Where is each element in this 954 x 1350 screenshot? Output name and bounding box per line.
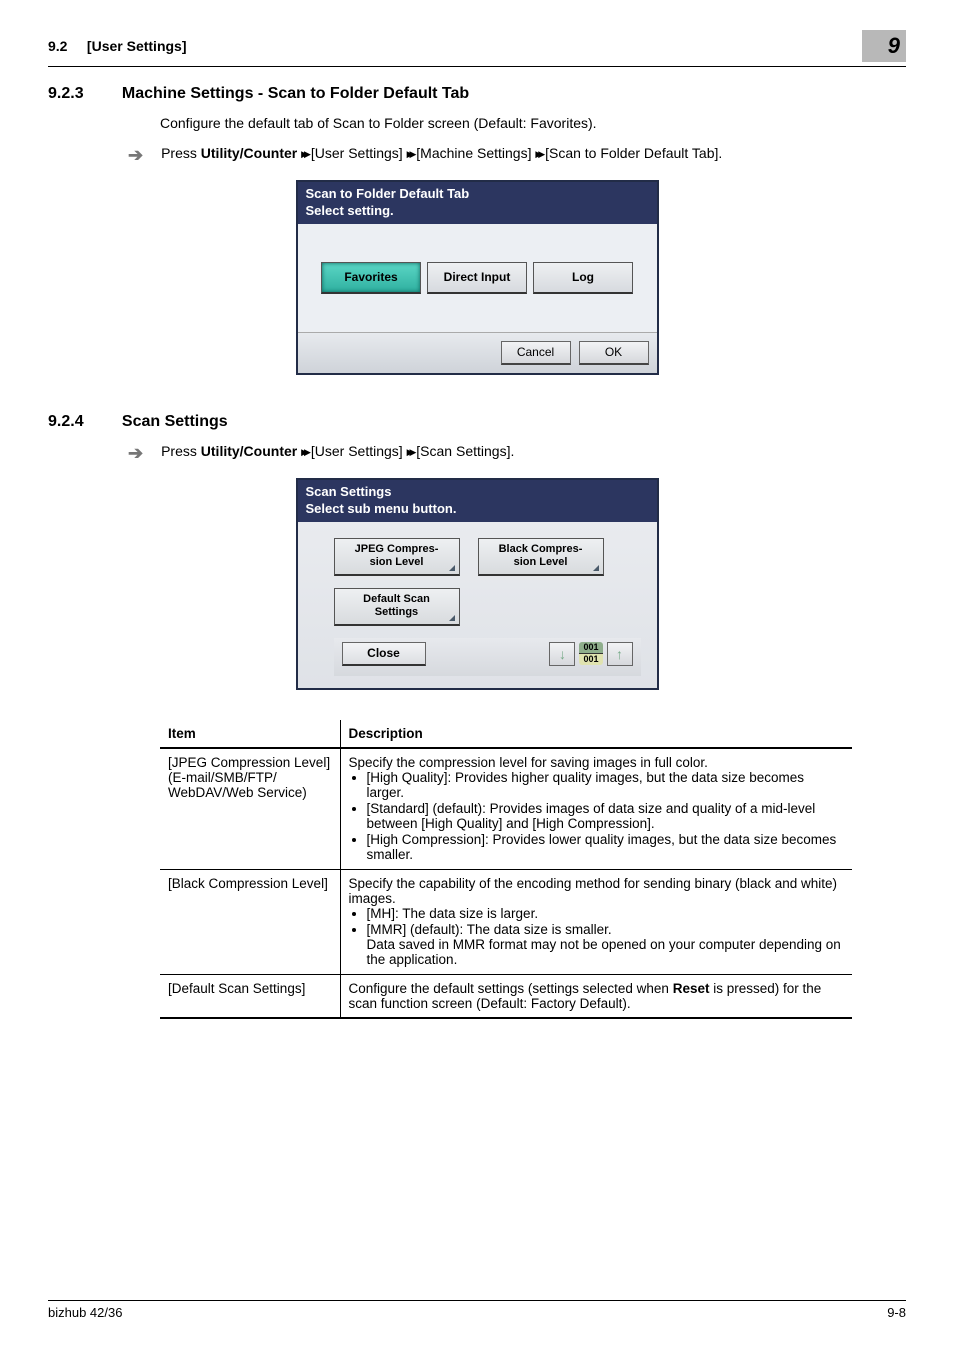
default-scan-settings-button[interactable]: Default Scan Settings <box>334 588 460 626</box>
favorites-button[interactable]: Favorites <box>321 262 421 294</box>
panel-footer: Close ↓ 001 001 ↑ <box>334 638 641 676</box>
desc-bullet: [High Quality]: Provides higher quality … <box>367 770 845 800</box>
table-row: [JPEG Compression Level] (E-mail/SMB/FTP… <box>160 748 852 870</box>
close-button[interactable]: Close <box>342 642 426 666</box>
page-total: 001 <box>579 654 602 665</box>
page-header: 9.2 [User Settings] 9 <box>48 30 906 67</box>
panel-body: JPEG Compres- sion Level Black Compres- … <box>298 522 657 688</box>
panel-titlebar: Scan Settings Select sub menu button. <box>298 480 657 522</box>
jpeg-compression-button[interactable]: JPEG Compres- sion Level <box>334 538 460 576</box>
pager: ↓ 001 001 ↑ <box>549 642 632 666</box>
direct-input-button[interactable]: Direct Input <box>427 262 527 294</box>
scan-folder-panel: Scan to Folder Default Tab Select settin… <box>296 180 659 375</box>
desc-sub: [MMR] (default): The data size is smalle… <box>367 922 612 937</box>
panel-title-line1: Scan to Folder Default Tab <box>306 186 649 203</box>
panel-title-line1: Scan Settings <box>306 484 649 501</box>
nav-path-text: Press Utility/Counter ▶▶ [User Settings]… <box>161 145 722 161</box>
desc-bullet: [MH]: The data size is larger. <box>367 906 845 921</box>
arrow-icon: ➔ <box>128 443 143 464</box>
section-intro: Configure the default tab of Scan to Fol… <box>160 115 906 131</box>
desc-bullet: [Standard] (default): Provides images of… <box>367 801 845 831</box>
page-current: 001 <box>579 642 602 654</box>
nav-path-text: Press Utility/Counter ▶▶ [User Settings]… <box>161 443 514 459</box>
press-prefix: Press <box>161 443 201 459</box>
press-seg2: [Machine Settings] <box>412 145 535 161</box>
header-left: 9.2 [User Settings] <box>48 30 187 54</box>
press-utility: Utility/Counter <box>201 443 297 459</box>
item-cell: [JPEG Compression Level] (E-mail/SMB/FTP… <box>160 748 340 870</box>
desc-part: Configure the default settings (settings… <box>349 981 673 996</box>
nav-path-line: ➔ Press Utility/Counter ▶▶ [User Setting… <box>128 145 906 166</box>
section-title: Machine Settings - Scan to Folder Defaul… <box>122 85 469 102</box>
desc-cell: Specify the capability of the encoding m… <box>340 869 852 974</box>
black-compression-button[interactable]: Black Compres- sion Level <box>478 538 604 576</box>
desc-cell: Configure the default settings (settings… <box>340 974 852 1018</box>
header-section-title: [User Settings] <box>87 38 187 54</box>
table-row: [Black Compression Level] Specify the ca… <box>160 869 852 974</box>
arrow-icon: ➔ <box>128 145 143 166</box>
ok-button[interactable]: OK <box>579 341 649 365</box>
col-item: Item <box>160 720 340 748</box>
panel-title-line2: Select sub menu button. <box>306 501 649 518</box>
press-seg3: [Scan to Folder Default Tab]. <box>541 145 722 161</box>
footer-left: bizhub 42/36 <box>48 1305 122 1320</box>
section-num: 9.2.4 <box>48 413 118 431</box>
panel-footer: Cancel OK <box>298 332 657 373</box>
header-section-num: 9.2 <box>48 38 67 54</box>
scan-settings-panel: Scan Settings Select sub menu button. JP… <box>296 478 659 690</box>
press-prefix: Press <box>161 145 201 161</box>
page-down-button[interactable]: ↓ <box>549 642 575 666</box>
log-button[interactable]: Log <box>533 262 633 294</box>
page-footer: bizhub 42/36 9-8 <box>48 1300 906 1320</box>
footer-right: 9-8 <box>887 1305 906 1320</box>
desc-sub: Data saved in MMR format may not be open… <box>367 937 841 967</box>
desc-bold: Reset <box>673 981 710 996</box>
nav-path-line: ➔ Press Utility/Counter ▶▶ [User Setting… <box>128 443 906 464</box>
press-seg1: [User Settings] <box>307 145 407 161</box>
press-utility: Utility/Counter <box>201 145 297 161</box>
desc-cell: Specify the compression level for saving… <box>340 748 852 870</box>
page-up-button[interactable]: ↑ <box>607 642 633 666</box>
header-page-major: 9 <box>862 30 906 62</box>
panel-title-line2: Select setting. <box>306 203 649 220</box>
desc-intro: Specify the capability of the encoding m… <box>349 876 845 906</box>
section-num: 9.2.3 <box>48 85 118 103</box>
desc-bullet: [High Compression]: Provides lower quali… <box>367 832 845 862</box>
settings-table: Item Description [JPEG Compression Level… <box>160 720 852 1019</box>
press-seg2: [Scan Settings]. <box>412 443 514 459</box>
section-heading-923: 9.2.3 Machine Settings - Scan to Folder … <box>48 85 906 103</box>
item-cell: [Default Scan Settings] <box>160 974 340 1018</box>
table-row: [Default Scan Settings] Configure the de… <box>160 974 852 1018</box>
panel-titlebar: Scan to Folder Default Tab Select settin… <box>298 182 657 224</box>
press-seg1: [User Settings] <box>307 443 407 459</box>
desc-bullet: [MMR] (default): The data size is smalle… <box>367 922 845 967</box>
panel-body: Favorites Direct Input Log <box>298 224 657 332</box>
cancel-button[interactable]: Cancel <box>501 341 571 365</box>
section-title: Scan Settings <box>122 413 228 430</box>
page-indicator: 001 001 <box>579 642 602 665</box>
desc-intro: Specify the compression level for saving… <box>349 755 845 770</box>
section-heading-924: 9.2.4 Scan Settings <box>48 413 906 431</box>
col-description: Description <box>340 720 852 748</box>
item-cell: [Black Compression Level] <box>160 869 340 974</box>
